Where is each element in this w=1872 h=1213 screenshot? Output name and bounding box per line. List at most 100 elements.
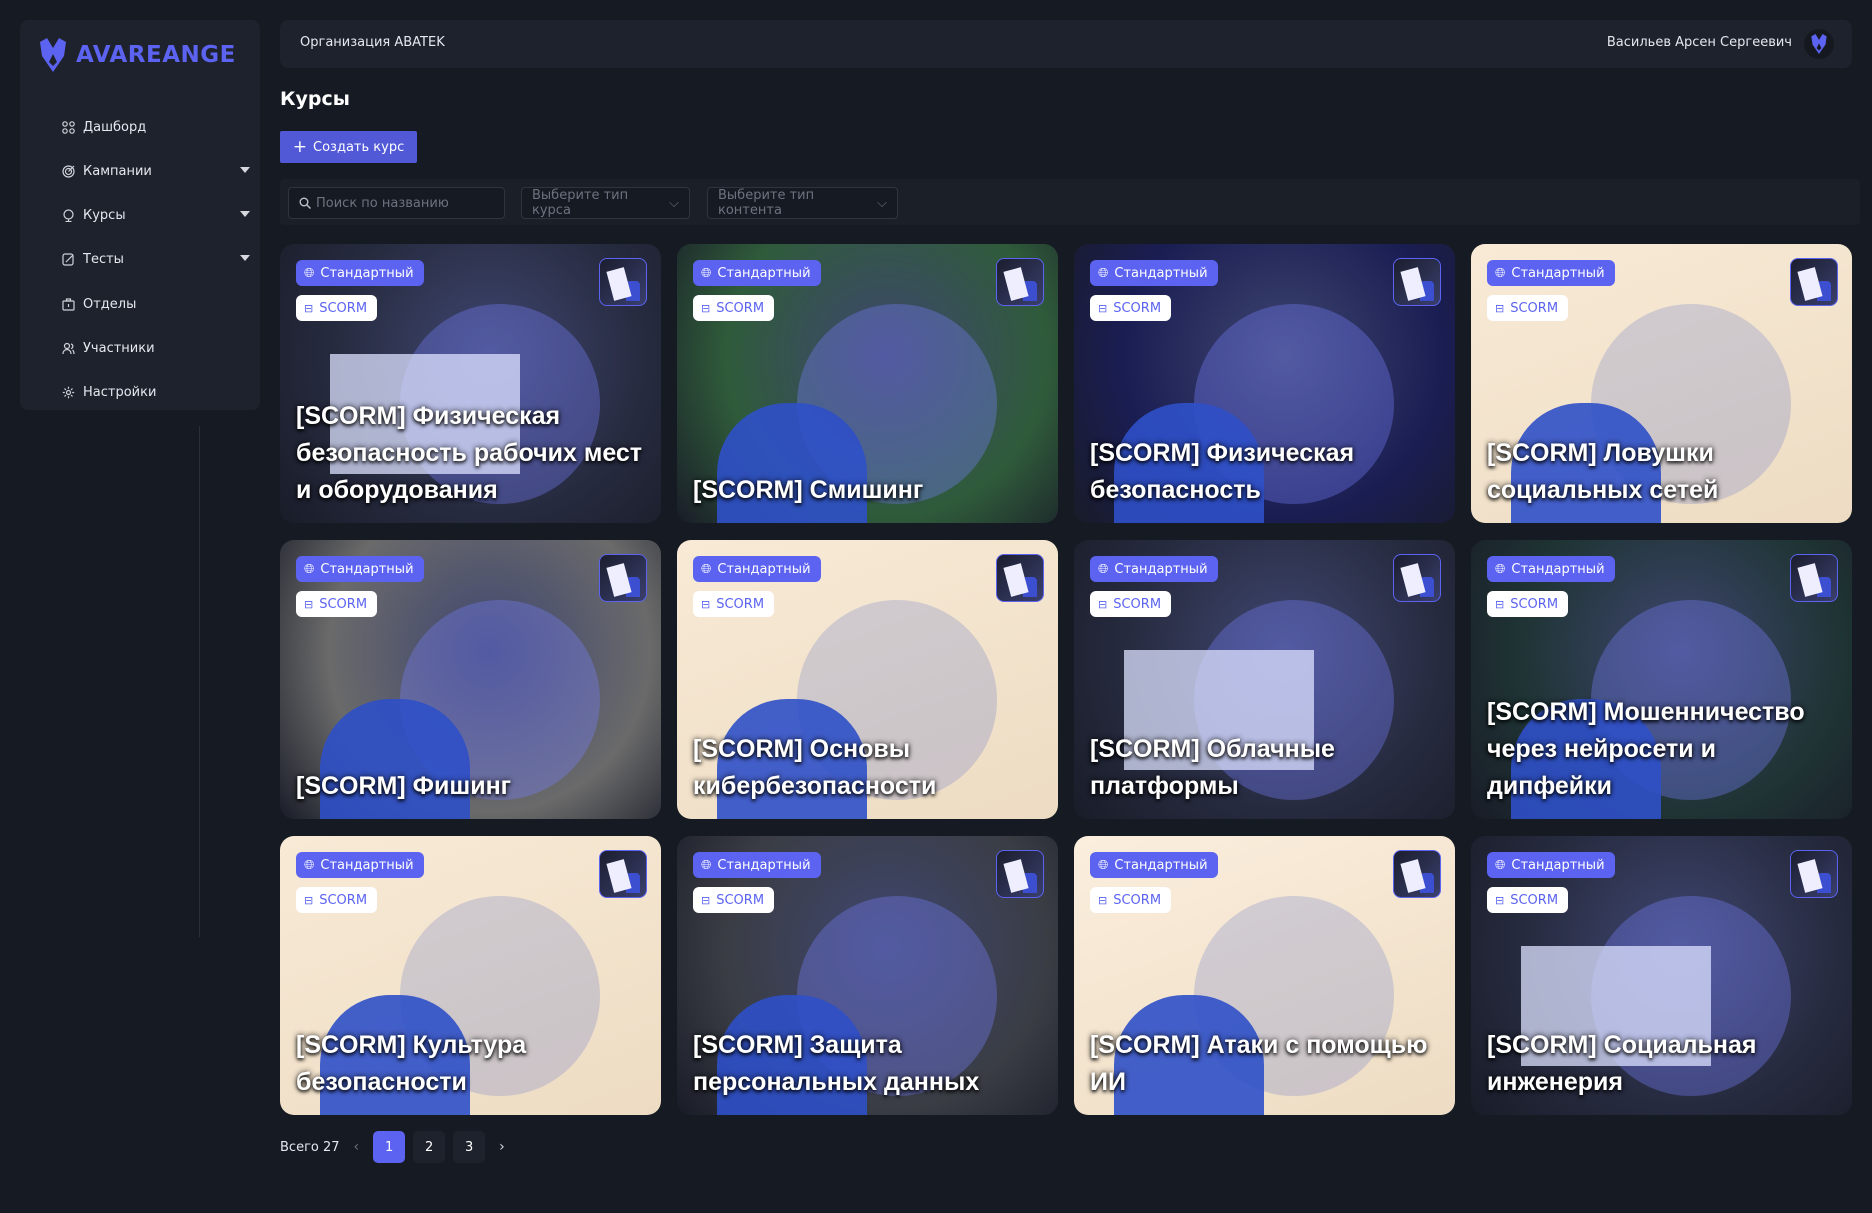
page-button-2[interactable]: 2 [413,1131,446,1163]
course-type-placeholder: Выберите тип курса [532,188,629,218]
sidebar-item-0[interactable]: Дашборд [60,111,250,143]
globe-icon: 🌐︎ [1495,265,1506,281]
course-type-label: Стандартный [1114,857,1208,873]
settings-icon [60,384,76,400]
sidebar-item-3[interactable]: Тесты [60,243,250,275]
course-card[interactable]: 🌐︎ Стандартный ⊟ SCORM [SCORM] Культура безо… [280,836,661,1115]
junior-level-thumbnail [1393,554,1441,602]
package-icon: ⊟ [1495,301,1505,315]
course-type-label: Стандартный [1511,265,1605,281]
course-card[interactable]: 🌐︎ Стандартный ⊟ SCORM [SCORM] Социальная ин… [1471,836,1852,1115]
search-input[interactable] [316,195,496,211]
top-header: Организация ABATEK Васильев Арсен Сергее… [280,20,1852,68]
test-icon [60,251,76,267]
page-button-3[interactable]: 3 [453,1131,486,1163]
course-type-badge: 🌐︎ Стандартный [296,260,424,286]
chevron-down-icon: ⌵ [669,195,679,211]
course-format-badge: ⊟ SCORM [1090,295,1172,321]
course-card[interactable]: 🌐︎ Стандартный ⊟ SCORM [SCORM] Физическая бе… [1074,244,1455,523]
next-page-icon[interactable]: › [499,1139,505,1155]
package-icon: ⊟ [1098,597,1108,611]
course-card[interactable]: 🌐︎ Стандартный ⊟ SCORM [SCORM] Облачные плат… [1074,540,1455,819]
course-format-badge: ⊟ SCORM [693,591,775,617]
course-type-badge: 🌐︎ Стандартный [296,852,424,878]
course-title: [SCORM] Смишинг [693,476,924,504]
package-icon: ⊟ [304,893,314,907]
course-type-badge: 🌐︎ Стандартный [1090,556,1218,582]
course-card[interactable]: 🌐︎ Стандартный ⊟ SCORM [SCORM] Мошенничество… [1471,540,1852,819]
course-title: [SCORM] Физическая безопасность рабочих … [296,402,643,504]
course-card[interactable]: 🌐︎ Стандартный ⊟ SCORM [SCORM] Основы киберб… [677,540,1058,819]
course-type-label: Стандартный [717,857,811,873]
caret-down-icon[interactable] [240,167,250,173]
course-type-select[interactable]: Выберите тип курса ⌵ [521,187,690,219]
organization-name: Организация ABATEK [300,35,445,50]
package-icon: ⊟ [304,597,314,611]
caret-down-icon[interactable] [240,255,250,261]
sidebar-item-label: Дашборд [83,119,147,135]
caret-down-icon[interactable] [240,211,250,217]
course-card[interactable]: 🌐︎ Стандартный ⊟ SCORM [SCORM] Смишинг [677,244,1058,523]
course-icon [60,207,76,223]
package-icon: ⊟ [1098,893,1108,907]
sidebar-item-label: Курсы [83,207,126,223]
course-type-label: Стандартный [1511,857,1605,873]
junior-level-thumbnail [1393,850,1441,898]
avatar[interactable] [1804,29,1834,59]
sidebar-item-label: Кампании [83,163,152,179]
plus-icon: + [292,137,308,157]
course-title: [SCORM] Защита персональных данных [693,1031,980,1096]
sidebar-item-6[interactable]: Настройки [60,376,250,408]
content-type-select[interactable]: Выберите тип контента ⌵ [707,187,898,219]
globe-icon: 🌐︎ [1098,561,1109,577]
course-format-badge: ⊟ SCORM [1487,295,1569,321]
course-card[interactable]: 🌐︎ Стандартный ⊟ SCORM [SCORM] Защита персон… [677,836,1058,1115]
department-icon [60,296,76,312]
search-field[interactable] [288,187,505,219]
sidebar-item-label: Настройки [83,384,157,400]
sidebar-item-1[interactable]: Кампании [60,155,250,187]
course-format-badge: ⊟ SCORM [1090,591,1172,617]
user-name[interactable]: Васильев Арсен Сергеевич [1607,35,1792,50]
course-type-badge: 🌐︎ Стандартный [1090,260,1218,286]
prev-page-icon[interactable]: ‹ [354,1139,360,1155]
course-card[interactable]: 🌐︎ Стандартный ⊟ SCORM [SCORM] Атаки с помощ… [1074,836,1455,1115]
course-type-label: Стандартный [1114,265,1208,281]
course-title: [SCORM] Облачные платформы [1090,735,1335,800]
course-format-label: SCORM [1113,300,1162,316]
course-format-badge: ⊟ SCORM [693,295,775,321]
course-format-badge: ⊟ SCORM [1487,591,1569,617]
course-format-label: SCORM [319,892,368,908]
sidebar-item-label: Участники [83,340,155,356]
course-format-label: SCORM [716,892,765,908]
target-icon [60,163,76,179]
package-icon: ⊟ [701,597,711,611]
course-card[interactable]: 🌐︎ Стандартный ⊟ SCORM [SCORM] Ловушки социа… [1471,244,1852,523]
package-icon: ⊟ [701,301,711,315]
package-icon: ⊟ [701,893,711,907]
globe-icon: 🌐︎ [701,561,712,577]
avatar-logo-icon [1811,34,1827,54]
sidebar-item-5[interactable]: Участники [60,332,250,364]
course-grid: 🌐︎ Стандартный ⊟ SCORM [SCORM] Физическая бе… [280,244,1852,1115]
course-format-badge: ⊟ SCORM [693,887,775,913]
course-card[interactable]: 🌐︎ Стандартный ⊟ SCORM [SCORM] Физическая бе… [280,244,661,523]
page-button-1[interactable]: 1 [373,1131,406,1163]
course-format-label: SCORM [1510,596,1559,612]
logo[interactable]: AVAREANGE [38,38,236,72]
junior-level-thumbnail [1790,554,1838,602]
create-course-button[interactable]: + Создать курс [280,131,417,163]
package-icon: ⊟ [1495,597,1505,611]
course-type-badge: 🌐︎ Стандартный [693,852,821,878]
course-card[interactable]: 🌐︎ Стандартный ⊟ SCORM [SCORM] Фишинг [280,540,661,819]
globe-icon: 🌐︎ [304,561,315,577]
sidebar-item-2[interactable]: Курсы [60,199,250,231]
course-title: [SCORM] Ловушки социальных сетей [1487,439,1719,504]
course-format-badge: ⊟ SCORM [1090,887,1172,913]
course-type-badge: 🌐︎ Стандартный [1487,556,1615,582]
sidebar-item-4[interactable]: Отделы [60,288,250,320]
course-type-label: Стандартный [1511,561,1605,577]
course-format-badge: ⊟ SCORM [1487,887,1569,913]
course-format-label: SCORM [319,596,368,612]
course-format-label: SCORM [1113,596,1162,612]
